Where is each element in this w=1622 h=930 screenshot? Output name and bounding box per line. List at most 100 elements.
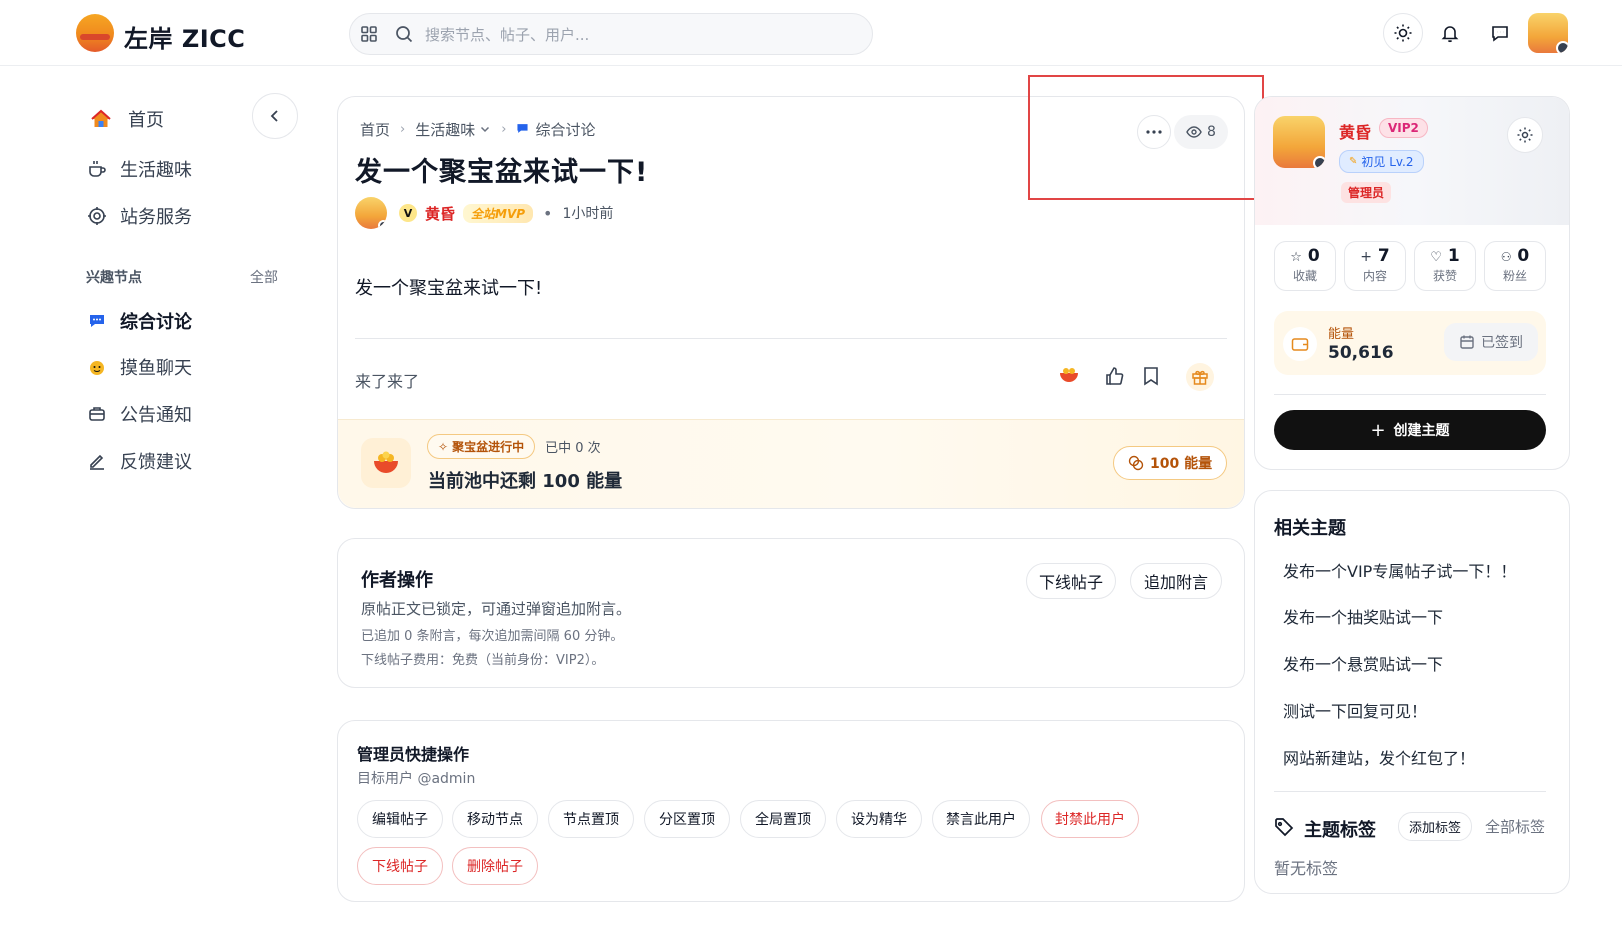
offline-post-button[interactable]: 下线帖子 bbox=[1026, 563, 1116, 599]
sidebar-item-fishing[interactable]: 摸鱼聊天 bbox=[86, 354, 192, 380]
pool-bowl-icon bbox=[361, 438, 411, 488]
breadcrumb-node[interactable]: 综合讨论 bbox=[535, 119, 595, 140]
related-item[interactable]: 发布一个VIP专属帖子试一下！！ bbox=[1283, 558, 1516, 582]
highlight-box bbox=[1028, 75, 1264, 200]
related-item[interactable]: 网站新建站，发个红包了！ bbox=[1283, 745, 1475, 769]
author-ops-fee-info: 下线帖子费用：免费（当前身份：VIP2）。 bbox=[361, 653, 605, 668]
sidebar-item-home[interactable]: 首页 bbox=[90, 106, 164, 132]
verified-icon bbox=[378, 220, 387, 229]
mute-user-button[interactable]: 禁言此用户 bbox=[932, 800, 1030, 838]
section-pin-button[interactable]: 分区置顶 bbox=[644, 800, 730, 838]
fish-icon bbox=[86, 356, 108, 378]
notice-icon bbox=[86, 403, 108, 425]
treasure-pool-panel bbox=[338, 419, 1244, 508]
delete-post-button[interactable]: 删除帖子 bbox=[452, 847, 538, 885]
tag-icon bbox=[1274, 817, 1294, 841]
search-icon bbox=[395, 25, 413, 43]
related-item[interactable]: 测试一下回复可见！ bbox=[1283, 698, 1427, 722]
chevron-left-icon bbox=[270, 110, 278, 122]
chevron-right-icon: › bbox=[400, 122, 406, 137]
theme-toggle-button[interactable] bbox=[1383, 13, 1423, 53]
stat-content[interactable]: + 7 内容 bbox=[1344, 241, 1406, 291]
energy-button[interactable]: 100 能量 bbox=[1113, 446, 1228, 480]
admin-offline-post-button[interactable]: 下线帖子 bbox=[357, 847, 443, 885]
sidebar-item-general[interactable]: 综合讨论 bbox=[86, 308, 192, 334]
calendar-icon bbox=[1460, 335, 1474, 349]
sidebar-collapse-button[interactable] bbox=[252, 93, 298, 139]
stat-likes[interactable]: ♡ 1 获赞 bbox=[1414, 241, 1476, 291]
admin-target-user: 目标用户 @admin bbox=[357, 771, 476, 787]
verified-icon bbox=[1556, 41, 1568, 53]
heart-icon: ♡ bbox=[1430, 250, 1442, 265]
coins-icon bbox=[1128, 455, 1144, 471]
grid-menu-icon[interactable] bbox=[360, 25, 378, 43]
topic-tags-title: 主题标签 bbox=[1304, 820, 1376, 841]
chat-bubble-icon bbox=[86, 310, 108, 332]
empty-tags-text: 暂无标签 bbox=[1274, 859, 1339, 878]
node-pin-button[interactable]: 节点置顶 bbox=[548, 800, 634, 838]
author-avatar[interactable] bbox=[355, 197, 387, 229]
breadcrumb-category[interactable]: 生活趣味 bbox=[415, 119, 475, 140]
append-note-button[interactable]: 追加附言 bbox=[1130, 563, 1222, 599]
like-icon[interactable] bbox=[1104, 366, 1124, 390]
related-divider bbox=[1274, 791, 1546, 792]
role-badge: 管理员 bbox=[1341, 182, 1392, 203]
messages-button[interactable] bbox=[1480, 13, 1520, 53]
chevron-down-icon[interactable] bbox=[479, 120, 491, 139]
checked-in-button[interactable]: 已签到 bbox=[1444, 323, 1538, 361]
verified-icon bbox=[1313, 156, 1325, 168]
sidebar-item-life[interactable]: 生活趣味 bbox=[86, 156, 192, 182]
sidebar-item-notice[interactable]: 公告通知 bbox=[86, 401, 192, 427]
user-avatar[interactable] bbox=[1528, 13, 1568, 53]
vip-badge: VIP2 bbox=[1379, 118, 1428, 138]
stat-favorites[interactable]: ☆ 0 收藏 bbox=[1274, 241, 1336, 291]
plus-icon: + bbox=[1370, 419, 1386, 441]
stat-fans[interactable]: ⚇ 0 粉丝 bbox=[1484, 241, 1546, 291]
site-brand[interactable]: 左岸 ZICC bbox=[124, 19, 245, 54]
site-logo[interactable] bbox=[76, 14, 114, 52]
profile-name[interactable]: 黄昏 bbox=[1339, 119, 1371, 143]
post-meta: V 黄昏 全站MVP • 1小时前 bbox=[355, 197, 613, 229]
all-tags-link[interactable]: 全部标签 bbox=[1485, 816, 1545, 837]
search-input[interactable]: 搜索节点、帖子、用户... bbox=[425, 24, 589, 45]
notification-button[interactable] bbox=[1430, 13, 1470, 53]
pen-icon bbox=[86, 450, 108, 472]
ban-user-button[interactable]: 封禁此用户 bbox=[1041, 800, 1139, 838]
move-node-button[interactable]: 移动节点 bbox=[452, 800, 538, 838]
sidebar-item-service[interactable]: 站务服务 bbox=[86, 203, 192, 229]
plus-icon: + bbox=[1360, 249, 1372, 265]
sidebar-item-label: 公告通知 bbox=[120, 405, 192, 426]
breadcrumb-home[interactable]: 首页 bbox=[360, 119, 390, 140]
author-name[interactable]: 黄昏 bbox=[425, 203, 455, 224]
sidebar-item-label: 站务服务 bbox=[120, 207, 192, 228]
sidebar-item-label: 反馈建议 bbox=[120, 452, 192, 473]
users-icon: ⚇ bbox=[1500, 250, 1512, 264]
set-featured-button[interactable]: 设为精华 bbox=[836, 800, 922, 838]
related-item[interactable]: 发布一个抽奖贴试一下 bbox=[1283, 604, 1443, 628]
bell-icon bbox=[1441, 26, 1459, 43]
author-badge: 全站MVP bbox=[463, 203, 534, 223]
edit-post-button[interactable]: 编辑帖子 bbox=[357, 800, 443, 838]
treasure-bowl-icon[interactable] bbox=[1058, 365, 1080, 389]
message-icon bbox=[1492, 26, 1508, 42]
pool-remaining: 当前池中还剩 100 能量 bbox=[428, 471, 623, 492]
related-item[interactable]: 发布一个悬赏贴试一下 bbox=[1283, 651, 1443, 675]
profile-avatar[interactable] bbox=[1273, 116, 1325, 168]
chat-bubble-icon bbox=[516, 120, 529, 139]
coffee-icon bbox=[86, 158, 108, 180]
gift-button[interactable] bbox=[1186, 363, 1214, 391]
sidebar-item-label: 摸鱼聊天 bbox=[120, 358, 192, 379]
profile-settings-button[interactable] bbox=[1507, 117, 1543, 153]
author-ops-title: 作者操作 bbox=[361, 570, 433, 591]
related-title: 相关主题 bbox=[1274, 518, 1346, 539]
post-time: 1小时前 bbox=[562, 206, 614, 222]
global-pin-button[interactable]: 全局置顶 bbox=[740, 800, 826, 838]
bookmark-icon[interactable] bbox=[1142, 366, 1160, 390]
interest-nodes-title: 兴趣节点 bbox=[86, 270, 142, 286]
vip-crown-icon: V bbox=[399, 204, 417, 222]
add-tag-button[interactable]: 添加标签 bbox=[1398, 812, 1473, 841]
create-topic-button[interactable]: + 创建主题 bbox=[1274, 410, 1546, 450]
nodes-all-link[interactable]: 全部 bbox=[250, 267, 278, 287]
profile-divider bbox=[1274, 394, 1546, 395]
sidebar-item-feedback[interactable]: 反馈建议 bbox=[86, 448, 192, 474]
